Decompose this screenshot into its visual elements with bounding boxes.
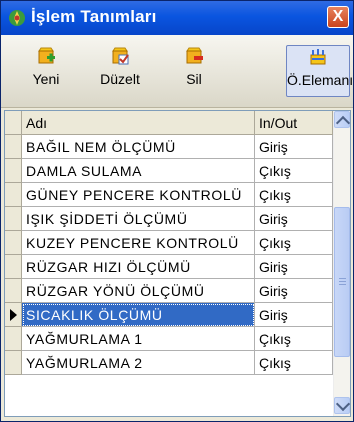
cell-inout[interactable]: Giriş bbox=[255, 303, 333, 327]
table-row[interactable]: BAĞIL NEM ÖLÇÜMÜ Giriş bbox=[5, 135, 333, 159]
title-bar[interactable]: İşlem Tanımları X bbox=[1, 1, 353, 35]
header-indicator-cell bbox=[5, 111, 22, 135]
window: İşlem Tanımları X Yeni Düzelt Sil Ö.Elem… bbox=[0, 0, 354, 422]
cell-name[interactable]: BAĞIL NEM ÖLÇÜMÜ bbox=[22, 135, 255, 159]
row-indicator[interactable] bbox=[5, 351, 22, 375]
cell-inout[interactable]: Çıkış bbox=[255, 183, 333, 207]
grid-body: Adı In/Out BAĞIL NEM ÖLÇÜMÜ Giriş DAMLA SU… bbox=[5, 111, 333, 416]
row-indicator[interactable] bbox=[5, 135, 22, 159]
cell-name[interactable]: RÜZGAR YÖNÜ ÖLÇÜMÜ bbox=[22, 279, 255, 303]
edit-label: Düzelt bbox=[100, 71, 140, 87]
window-title: İşlem Tanımları bbox=[31, 7, 157, 26]
close-button[interactable]: X bbox=[327, 6, 349, 28]
column-header-name[interactable]: Adı bbox=[22, 111, 255, 135]
table-row[interactable]: KUZEY PENCERE KONTROLÜ Çıkış bbox=[5, 231, 333, 255]
cell-inout[interactable]: Giriş bbox=[255, 207, 333, 231]
delete-icon bbox=[186, 47, 203, 64]
cell-inout[interactable]: Giriş bbox=[255, 255, 333, 279]
vertical-scrollbar[interactable] bbox=[333, 111, 350, 416]
grip-line bbox=[339, 278, 346, 279]
table-row[interactable]: RÜZGAR YÖNÜ ÖLÇÜMÜ Giriş bbox=[5, 279, 333, 303]
scroll-up-button[interactable] bbox=[334, 111, 350, 131]
cell-name[interactable]: DAMLA SULAMA bbox=[22, 159, 255, 183]
cell-inout[interactable]: Çıkış bbox=[255, 159, 333, 183]
element-label: Ö.Elemanı bbox=[287, 72, 354, 88]
row-indicator[interactable] bbox=[5, 231, 22, 255]
chevron-down-icon bbox=[335, 396, 350, 412]
table-row[interactable]: IŞIK ŞİDDETİ ÖLÇÜMÜ Giriş bbox=[5, 207, 333, 231]
table-row[interactable]: SICAKLIK ÖLÇÜMÜ Giriş bbox=[5, 303, 333, 327]
row-indicator[interactable] bbox=[5, 279, 22, 303]
row-indicator[interactable] bbox=[5, 255, 22, 279]
grip-line bbox=[339, 284, 346, 285]
table-row[interactable]: YAĞMURLAMA 1 Çıkış bbox=[5, 327, 333, 351]
row-indicator[interactable] bbox=[5, 207, 22, 231]
element-icon bbox=[310, 49, 326, 65]
edit-button[interactable]: Düzelt bbox=[89, 45, 151, 97]
element-button[interactable]: Ö.Elemanı bbox=[286, 45, 354, 97]
cell-name[interactable]: GÜNEY PENCERE KONTROLÜ bbox=[22, 183, 255, 207]
delete-label: Sil bbox=[186, 71, 202, 87]
cell-name[interactable]: KUZEY PENCERE KONTROLÜ bbox=[22, 231, 255, 255]
row-indicator[interactable] bbox=[5, 183, 22, 207]
row-indicator[interactable] bbox=[5, 303, 22, 327]
table-row[interactable]: GÜNEY PENCERE KONTROLÜ Çıkış bbox=[5, 183, 333, 207]
cell-name[interactable]: YAĞMURLAMA 2 bbox=[22, 351, 255, 375]
toolbar: Yeni Düzelt Sil Ö.Elemanı bbox=[1, 35, 353, 108]
chevron-up-icon bbox=[335, 115, 350, 131]
row-indicator[interactable] bbox=[5, 327, 22, 351]
cell-inout[interactable]: Çıkış bbox=[255, 231, 333, 255]
new-button[interactable]: Yeni bbox=[15, 45, 77, 97]
current-row-arrow-icon bbox=[10, 309, 17, 321]
cell-inout[interactable]: Çıkış bbox=[255, 351, 333, 375]
data-grid[interactable]: Adı In/Out BAĞIL NEM ÖLÇÜMÜ Giriş DAMLA SU… bbox=[4, 110, 351, 417]
cell-name[interactable]: YAĞMURLAMA 1 bbox=[22, 327, 255, 351]
cell-inout[interactable]: Giriş bbox=[255, 135, 333, 159]
cell-name[interactable]: RÜZGAR HIZI ÖLÇÜMÜ bbox=[22, 255, 255, 279]
scroll-down-button[interactable] bbox=[334, 396, 350, 414]
table-row[interactable]: RÜZGAR HIZI ÖLÇÜMÜ Giriş bbox=[5, 255, 333, 279]
row-indicator[interactable] bbox=[5, 159, 22, 183]
app-icon bbox=[9, 10, 25, 26]
new-icon bbox=[38, 47, 55, 64]
table-row[interactable]: DAMLA SULAMA Çıkış bbox=[5, 159, 333, 183]
new-label: Yeni bbox=[32, 71, 60, 87]
cell-name[interactable]: SICAKLIK ÖLÇÜMÜ bbox=[22, 303, 255, 327]
delete-button[interactable]: Sil bbox=[163, 45, 225, 97]
scroll-thumb[interactable] bbox=[334, 207, 350, 357]
cell-inout[interactable]: Çıkış bbox=[255, 327, 333, 351]
table-row[interactable]: YAĞMURLAMA 2 Çıkış bbox=[5, 351, 333, 375]
column-header-inout[interactable]: In/Out bbox=[255, 111, 333, 135]
edit-icon bbox=[112, 47, 129, 65]
grip-line bbox=[339, 281, 346, 282]
cell-inout[interactable]: Giriş bbox=[255, 279, 333, 303]
cell-name[interactable]: IŞIK ŞİDDETİ ÖLÇÜMÜ bbox=[22, 207, 255, 231]
